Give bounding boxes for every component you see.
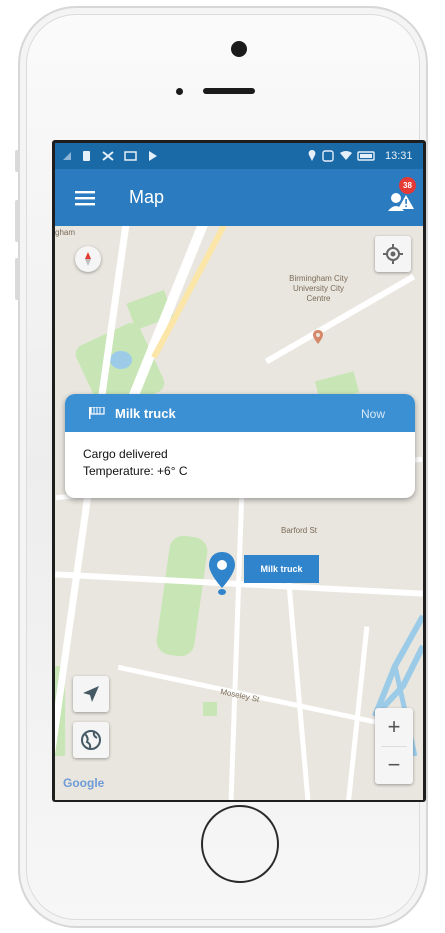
map-view[interactable]: gham Birmingham City University City Cen… (55, 226, 423, 800)
map-place-label: Birmingham City University City Centre (289, 274, 348, 303)
place-pin-icon (313, 330, 323, 344)
mute-switch (15, 150, 20, 172)
zoom-controls: + − (375, 708, 413, 784)
my-location-button[interactable] (375, 236, 411, 272)
screenshot-icon (124, 151, 137, 161)
popup-temperature-text: Temperature: +6° C (83, 464, 188, 478)
proximity-sensor (176, 88, 183, 95)
popup-title: Milk truck (115, 406, 176, 421)
vehicle-marker-label[interactable]: Milk truck (244, 555, 319, 583)
popup-header: Milk truck Now (65, 394, 415, 432)
app-bar: Map 38 (55, 169, 423, 226)
compass-icon (85, 252, 91, 266)
map-type-button[interactable] (73, 722, 109, 758)
earpiece-speaker (203, 88, 255, 94)
map-park (154, 533, 210, 659)
alerts-button[interactable]: 38 (386, 177, 416, 213)
location-icon (308, 150, 316, 161)
map-label: gham (55, 228, 76, 237)
map-road (284, 556, 311, 800)
map-lake (110, 351, 132, 369)
notification-badge: 38 (399, 177, 416, 194)
play-store-icon (149, 151, 157, 161)
missed-call-icon (102, 151, 114, 161)
popup-event-text: Cargo delivered (83, 447, 168, 461)
notification-icons (63, 151, 157, 161)
zoom-in-button[interactable]: + (375, 708, 413, 746)
event-popup[interactable]: Milk truck Now Cargo delivered Temperatu… (65, 394, 415, 498)
system-icons (308, 150, 375, 162)
navigate-button[interactable] (73, 676, 109, 712)
map-road (55, 226, 132, 800)
rotate-icon (322, 150, 334, 162)
status-time: 13:31 (385, 150, 413, 162)
wifi-icon (340, 151, 352, 160)
navigation-arrow-icon (83, 686, 99, 702)
volume-down-button (15, 258, 20, 300)
google-logo: Google (63, 776, 105, 790)
signal-icon (63, 152, 71, 160)
status-bar: 13:31 (55, 143, 423, 169)
sim-icon (83, 151, 90, 161)
front-camera (231, 41, 247, 57)
vehicle-marker-icon[interactable] (206, 550, 238, 600)
compass-button[interactable] (75, 246, 101, 272)
map-park (203, 702, 217, 716)
zoom-out-button[interactable]: − (375, 746, 413, 784)
map-street-label: Barford St (281, 526, 318, 535)
page-title: Map (129, 187, 165, 207)
hamburger-menu-icon[interactable] (75, 190, 95, 206)
globe-icon (81, 730, 101, 750)
flag-icon (89, 407, 105, 419)
crosshair-icon (383, 244, 403, 264)
home-button[interactable] (201, 805, 279, 883)
popup-time: Now (361, 407, 386, 421)
volume-up-button (15, 200, 20, 242)
